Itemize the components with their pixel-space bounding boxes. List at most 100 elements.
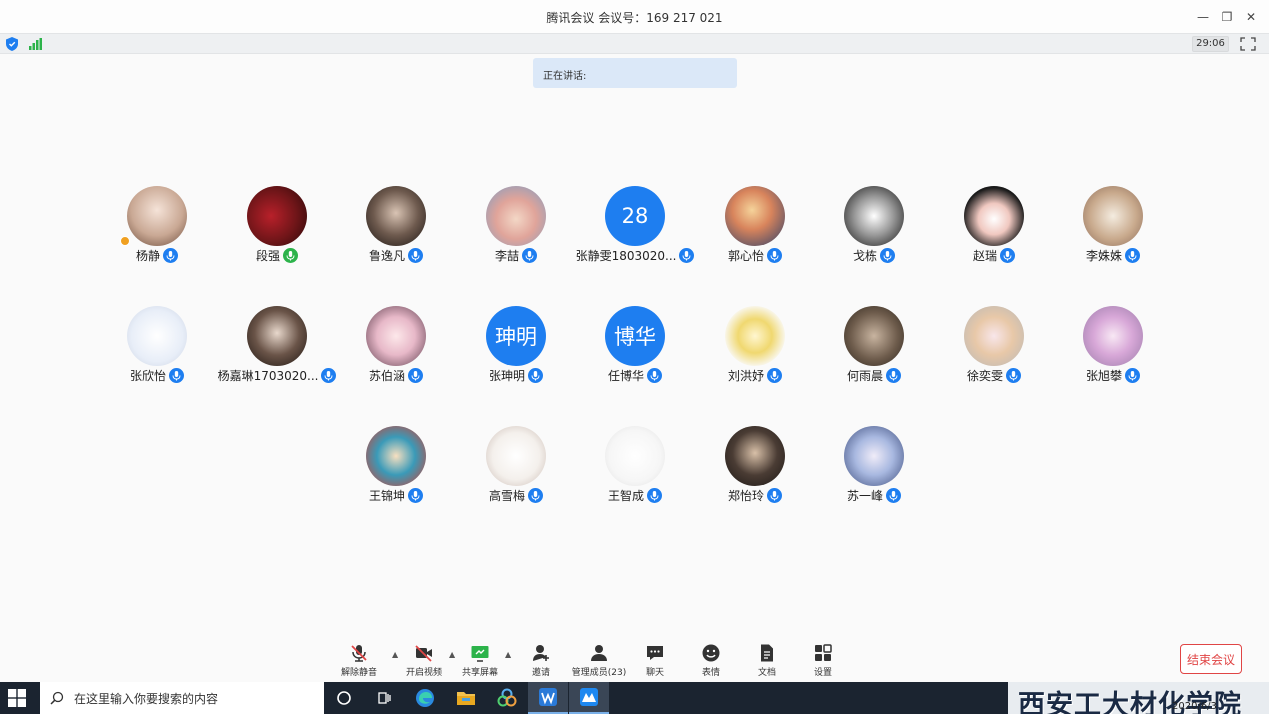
avatar xyxy=(247,306,307,366)
task-view-cortana-button[interactable] xyxy=(324,682,364,714)
participant-tile[interactable]: 珅明 张珅明 xyxy=(457,306,575,396)
participant-tile[interactable]: 赵瑞 xyxy=(935,186,1053,276)
docs-button[interactable]: 文档 xyxy=(754,640,780,680)
participant-name-row: 杨静 xyxy=(98,247,216,264)
search-icon xyxy=(50,691,64,705)
participant-name: 赵瑞 xyxy=(972,249,997,263)
avatar xyxy=(1083,306,1143,366)
taskbar-tencent-meeting[interactable] xyxy=(569,682,609,714)
app-w-icon xyxy=(539,688,557,706)
emoji-icon xyxy=(702,644,720,662)
meeting-timer: 29:06 xyxy=(1192,36,1229,52)
participant-name-row: 段强 xyxy=(218,247,336,264)
shield-icon[interactable] xyxy=(6,37,18,51)
participant-tile[interactable]: 戈栋 xyxy=(815,186,933,276)
fullscreen-icon[interactable] xyxy=(1240,37,1256,51)
restore-button[interactable]: ❐ xyxy=(1215,6,1239,28)
participant-tile[interactable]: 杨嘉琳1703020... xyxy=(217,306,337,396)
participant-tile[interactable]: 苏伯涵 xyxy=(337,306,455,396)
avatar xyxy=(725,306,785,366)
taskbar-app-circles[interactable] xyxy=(487,682,527,714)
participant-name-row: 郭心怡 xyxy=(696,247,814,264)
speaking-indicator: 正在讲话: xyxy=(533,58,737,88)
participant-tile[interactable]: 王智成 xyxy=(576,426,694,516)
participant-name-row: 鲁逸凡 xyxy=(337,247,455,264)
avatar xyxy=(366,426,426,486)
edge-browser-icon xyxy=(416,689,434,707)
microphone-icon xyxy=(528,368,543,383)
participant-name: 李喆 xyxy=(494,249,519,263)
microphone-icon xyxy=(1125,248,1140,263)
participant-name-row: 杨嘉琳1703020... xyxy=(217,367,337,384)
windows-start-icon[interactable] xyxy=(8,689,26,707)
chat-label: 聊天 xyxy=(645,668,664,678)
participant-name: 任博华 xyxy=(607,369,644,383)
participant-tile[interactable]: 徐奕雯 xyxy=(935,306,1053,396)
host-badge-icon xyxy=(120,236,130,246)
avatar xyxy=(844,186,904,246)
participant-tile[interactable]: 郭心怡 xyxy=(696,186,814,276)
participant-tile[interactable]: 鲁逸凡 xyxy=(337,186,455,276)
task-view-button[interactable] xyxy=(364,682,404,714)
participant-tile[interactable]: 李姝姝 xyxy=(1054,186,1172,276)
invite-label: 邀请 xyxy=(531,668,550,678)
cortana-circle-icon xyxy=(337,691,351,705)
status-bar: 29:06 xyxy=(0,33,1269,54)
start-video-button[interactable]: 开启视频 xyxy=(405,640,443,680)
participant-tile[interactable]: 博华 任博华 xyxy=(576,306,694,396)
participant-tile[interactable]: 何雨晨 xyxy=(815,306,933,396)
avatar xyxy=(127,306,187,366)
video-options-caret[interactable]: ▲ xyxy=(449,650,457,659)
manage-members-button[interactable]: 管理成员(23) xyxy=(570,640,628,680)
microphone-icon xyxy=(647,368,662,383)
participant-tile[interactable]: 杨静 xyxy=(98,186,216,276)
taskbar-search-box[interactable]: 在这里输入你要搜索的内容 xyxy=(40,682,324,714)
invite-button[interactable]: 邀请 xyxy=(527,640,555,680)
microphone-icon xyxy=(321,368,337,383)
participant-name: 王智成 xyxy=(607,489,644,503)
participant-name-row: 徐奕雯 xyxy=(935,367,1053,384)
unmute-button[interactable]: 解除静音 xyxy=(340,640,378,680)
taskbar-edge[interactable] xyxy=(405,682,445,714)
signal-icon[interactable] xyxy=(29,38,42,50)
tencent-meeting-window: 腾讯会议 会议号：169 217 021 — ❐ ✕ 29:06 正在讲话: 杨… xyxy=(0,0,1269,714)
meeting-toolbar: 解除静音 ▲ 开启视频 ▲ 共享屏幕 ▲ 邀请 管理成员(23) 聊天 表情 文… xyxy=(0,640,1269,682)
minimize-button[interactable]: — xyxy=(1191,6,1215,28)
avatar: 珅明 xyxy=(486,306,546,366)
folder-icon xyxy=(457,692,475,705)
audio-options-caret[interactable]: ▲ xyxy=(392,650,400,659)
microphone-icon xyxy=(408,368,423,383)
microphone-icon xyxy=(283,248,298,263)
avatar xyxy=(964,306,1024,366)
avatar xyxy=(366,186,426,246)
docs-label: 文档 xyxy=(757,668,776,678)
participant-tile[interactable]: 苏一峰 xyxy=(815,426,933,516)
avatar: 28 xyxy=(605,186,665,246)
participant-tile[interactable]: 28 张静雯1803020... xyxy=(576,186,695,276)
participant-tile[interactable]: 高雪梅 xyxy=(457,426,575,516)
end-meeting-button[interactable]: 结束会议 xyxy=(1180,644,1242,674)
participant-tile[interactable]: 段强 xyxy=(218,186,336,276)
participant-tile[interactable]: 张旭攀 xyxy=(1054,306,1172,396)
taskbar-app-w[interactable] xyxy=(528,682,568,714)
participant-name: 杨嘉琳1703020... xyxy=(217,369,319,383)
emoji-button[interactable]: 表情 xyxy=(698,640,724,680)
members-icon xyxy=(591,645,607,661)
participant-tile[interactable]: 郑怡玲 xyxy=(696,426,814,516)
taskbar-file-explorer[interactable] xyxy=(446,682,486,714)
close-button[interactable]: ✕ xyxy=(1239,6,1263,28)
participant-tile[interactable]: 刘洪妤 xyxy=(696,306,814,396)
participant-tile[interactable]: 张欣怡 xyxy=(98,306,216,396)
participant-tile[interactable]: 王锦坤 xyxy=(337,426,455,516)
avatar: 博华 xyxy=(605,306,665,366)
microphone-icon xyxy=(408,488,423,503)
mic-muted-icon xyxy=(351,645,367,662)
settings-button[interactable]: 设置 xyxy=(810,640,836,680)
share-screen-button[interactable]: 共享屏幕 xyxy=(461,640,499,680)
share-options-caret[interactable]: ▲ xyxy=(505,650,513,659)
start-video-label: 开启视频 xyxy=(405,668,442,678)
avatar xyxy=(964,186,1024,246)
participant-tile[interactable]: 李喆 xyxy=(457,186,575,276)
chat-button[interactable]: 聊天 xyxy=(642,640,668,680)
participant-name: 张欣怡 xyxy=(129,369,166,383)
